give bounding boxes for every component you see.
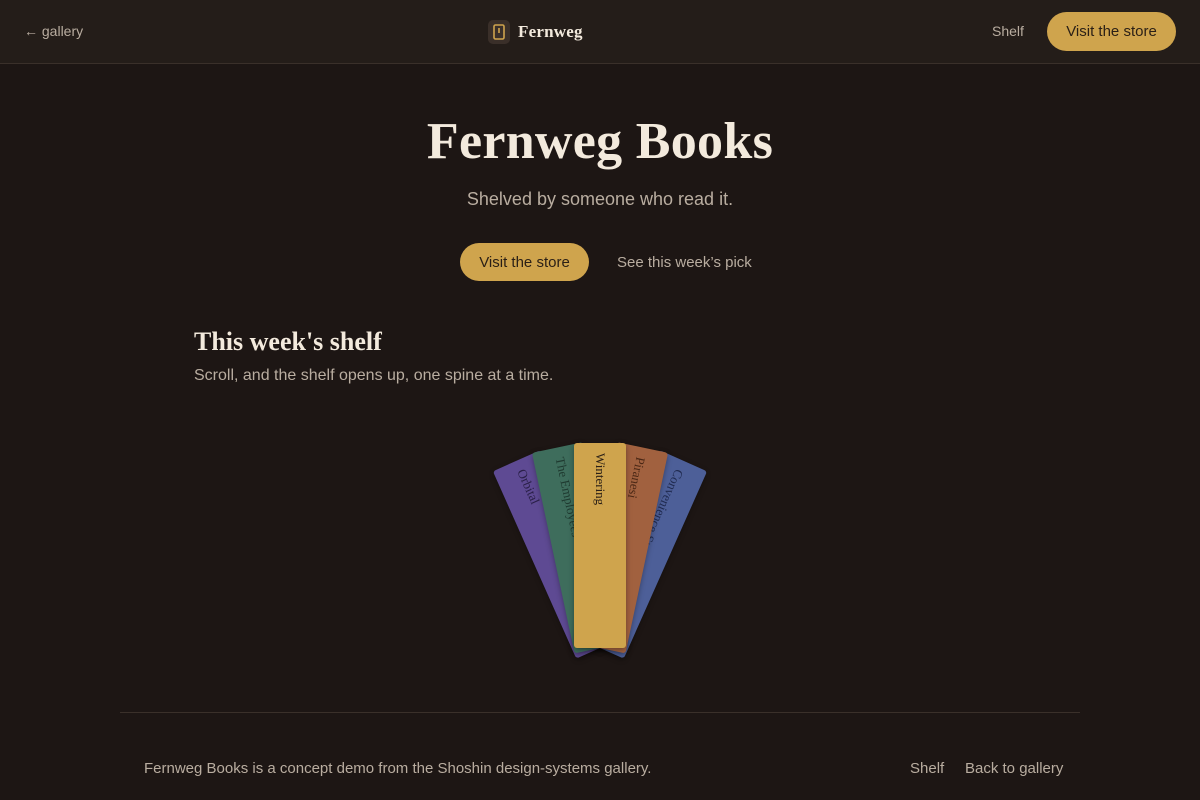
back-to-gallery-link[interactable]: ← gallery xyxy=(24,23,83,39)
footer-gallery-link[interactable]: Back to gallery xyxy=(965,760,1063,777)
book-spine-icon xyxy=(488,20,510,44)
footer-text: Fernweg Books is a concept demo from the… xyxy=(144,760,652,777)
top-bar: ← gallery Fernweg Shelf Visit the store xyxy=(0,0,1200,64)
hero-visit-store-button[interactable]: Visit the store xyxy=(460,243,589,281)
book-spine-icon-svg xyxy=(493,24,505,40)
weekly-pick-link[interactable]: See this week’s pick xyxy=(617,254,752,271)
book-spine-title: Wintering xyxy=(593,453,608,506)
visit-store-button[interactable]: Visit the store xyxy=(1047,12,1176,51)
brand-name: Fernweg xyxy=(518,22,583,41)
footer-shelf-link[interactable]: Shelf xyxy=(910,760,944,777)
shelf-subtitle: Scroll, and the shelf opens up, one spin… xyxy=(194,367,554,384)
footer-divider xyxy=(120,712,1080,713)
nav-shelf-link[interactable]: Shelf xyxy=(992,23,1024,39)
book-spine[interactable]: Wintering xyxy=(574,443,626,648)
book-fan-shelf: Orbital The Employees Wintering Piranesi Con… xyxy=(400,430,800,670)
shelf-heading: This week's shelf xyxy=(194,327,382,356)
brand[interactable]: Fernweg xyxy=(488,20,583,44)
page-title: Fernweg Books xyxy=(426,113,774,170)
hero-subtitle: Shelved by someone who read it. xyxy=(466,189,734,209)
